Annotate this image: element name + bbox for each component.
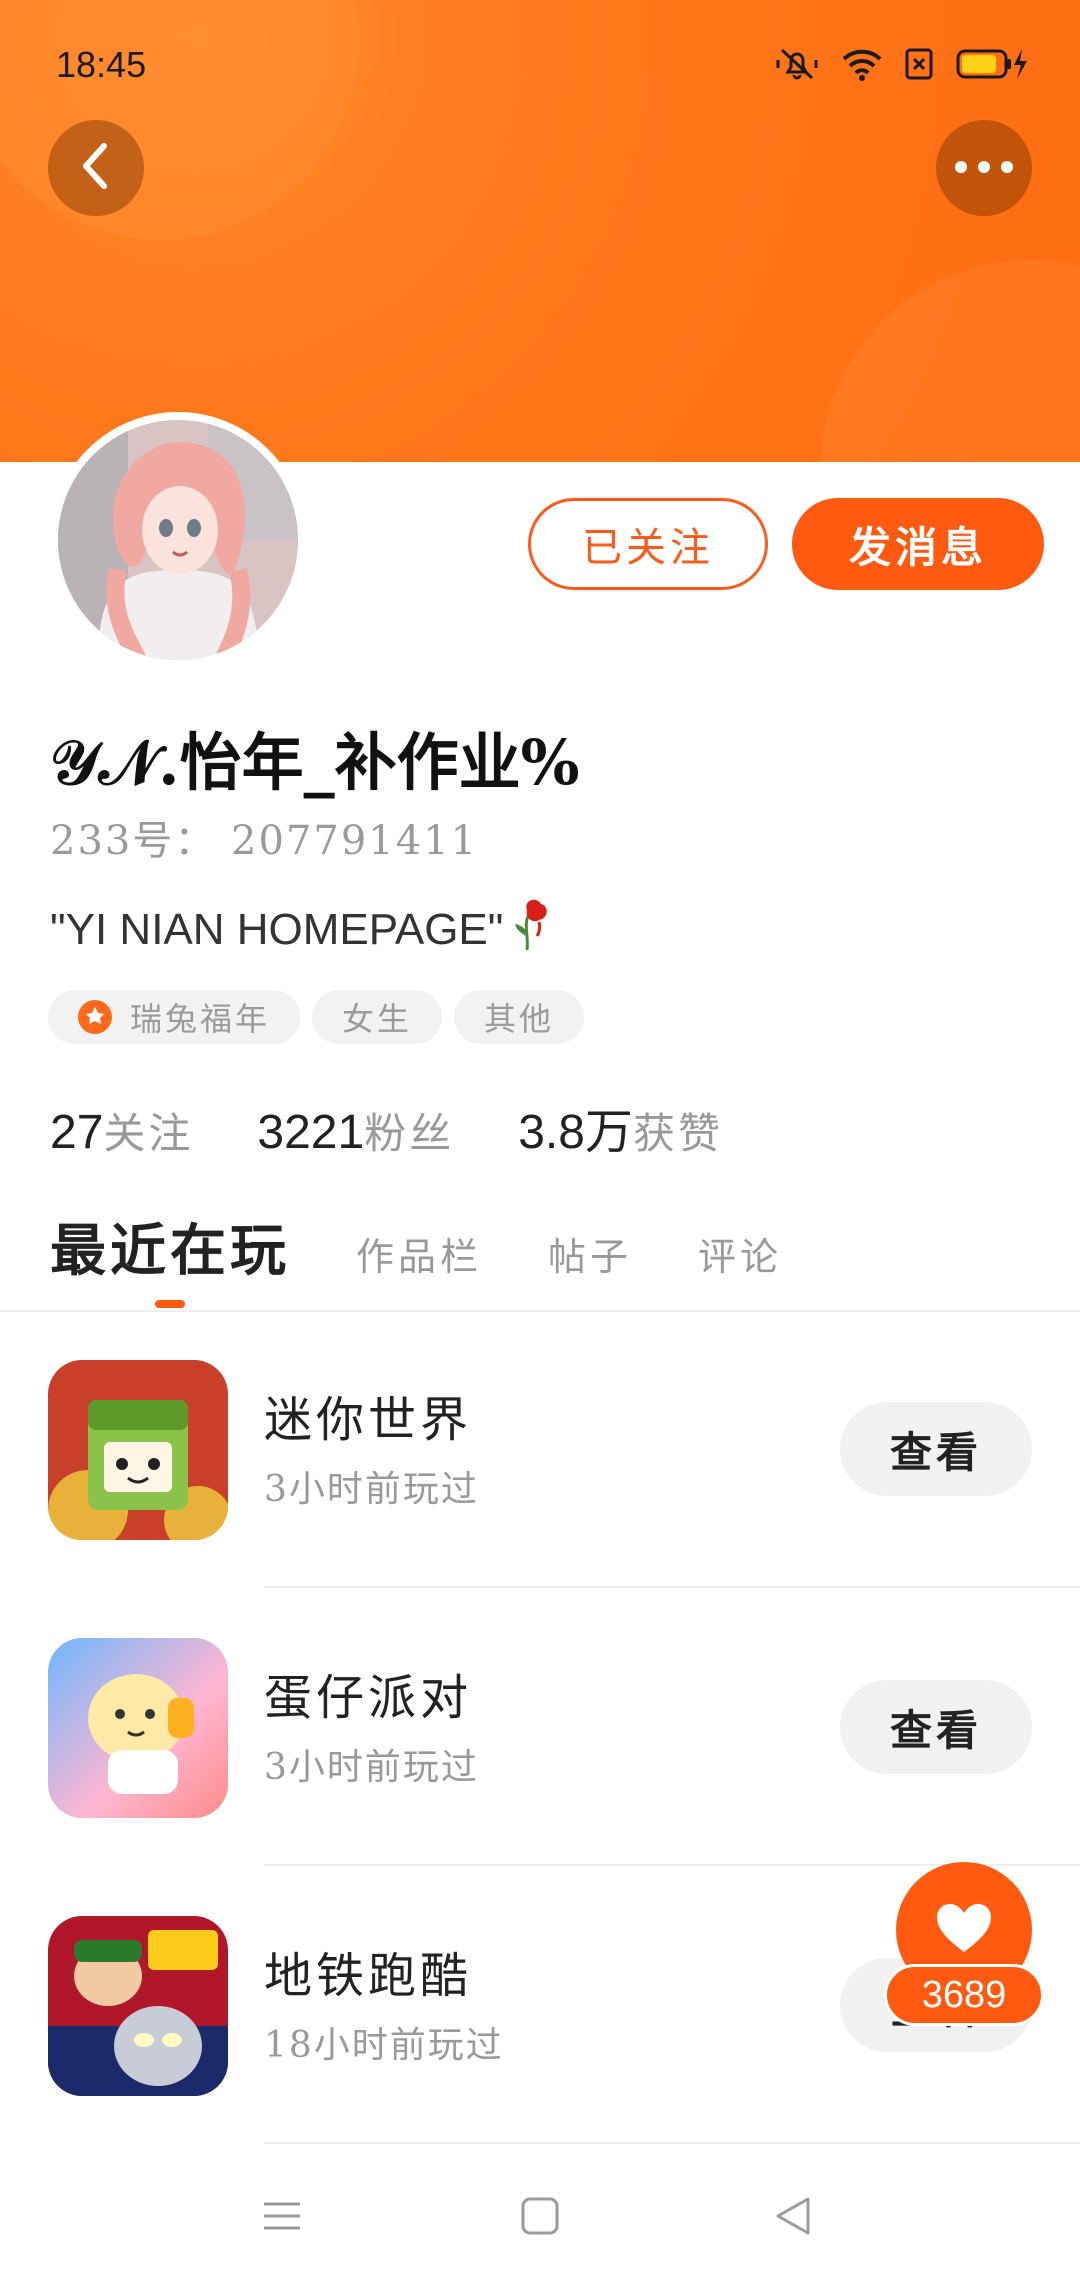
stat-following[interactable]: 27关注 xyxy=(50,1100,193,1161)
last-played: 18小时前玩过 xyxy=(264,2025,504,2066)
active-tab-indicator xyxy=(155,1300,185,1308)
more-horizontal-icon xyxy=(954,159,1014,178)
back-button[interactable] xyxy=(48,120,144,216)
like-count: 3689 xyxy=(884,1964,1044,2026)
avatar-illustration xyxy=(58,420,298,660)
tab-works[interactable]: 作品栏 xyxy=(356,1226,482,1281)
avatar[interactable] xyxy=(50,412,306,668)
stat-followers[interactable]: 3221粉丝 xyxy=(257,1100,454,1161)
zodiac-icon xyxy=(78,1000,112,1034)
tab-recently-played[interactable]: 最近在玩 xyxy=(50,1206,290,1287)
game-name: 地铁跑酷 xyxy=(264,1948,473,2004)
back-nav-icon[interactable] xyxy=(774,2196,814,2240)
divider xyxy=(264,2142,1080,2144)
user-id: 233号： 207791411 xyxy=(50,818,479,864)
game-icon-eggy-party xyxy=(48,1638,228,1818)
tag-label: 瑞兔福年 xyxy=(130,1000,271,1038)
list-item[interactable]: 迷你世界 3小时前玩过 查看 xyxy=(0,1310,1080,1588)
profile-tabs: 最近在玩 作品栏 帖子 评论 xyxy=(50,1206,782,1287)
game-name: 蛋仔派对 xyxy=(264,1670,473,1726)
view-button[interactable]: 查看 xyxy=(840,1680,1032,1774)
tag-zodiac[interactable]: 瑞兔福年 xyxy=(48,990,301,1044)
status-bar: 18:45 xyxy=(0,0,1080,130)
stat-likes[interactable]: 3.8万获赞 xyxy=(518,1092,723,1162)
no-sim-icon xyxy=(904,47,934,81)
heart-icon xyxy=(935,1902,993,1958)
game-name: 迷你世界 xyxy=(264,1392,473,1448)
bio: "YI NIAN HOMEPAGE" xyxy=(50,896,555,963)
tag-label: 女生 xyxy=(342,1000,413,1038)
profile-tags: 瑞兔福年 女生 其他 xyxy=(48,990,585,1044)
username: 𝒴𝒩.怡年_补作业% xyxy=(50,726,580,799)
status-time: 18:45 xyxy=(56,44,147,85)
more-options-button[interactable] xyxy=(936,120,1032,216)
mute-icon xyxy=(774,46,820,82)
stat-number: 27 xyxy=(50,1106,104,1159)
wilted-rose-icon xyxy=(509,896,555,963)
stat-label: 关注 xyxy=(103,1109,194,1158)
stat-number: 3.8万 xyxy=(518,1106,633,1159)
list-item[interactable]: 蛋仔派对 3小时前玩过 查看 xyxy=(0,1588,1080,1866)
menu-icon[interactable] xyxy=(262,2196,302,2240)
home-icon[interactable] xyxy=(520,2196,560,2240)
battery-icon xyxy=(956,47,1030,81)
send-message-button[interactable]: 发消息 xyxy=(792,498,1044,590)
tag-gender[interactable]: 女生 xyxy=(312,990,443,1044)
tag-other[interactable]: 其他 xyxy=(454,990,585,1044)
last-played: 3小时前玩过 xyxy=(264,1747,479,1788)
bio-text: "YI NIAN HOMEPAGE" xyxy=(50,904,504,954)
tab-comments[interactable]: 评论 xyxy=(698,1226,782,1281)
chevron-left-icon xyxy=(76,138,116,198)
tab-posts[interactable]: 帖子 xyxy=(548,1226,632,1281)
stat-label: 粉丝 xyxy=(364,1109,455,1158)
following-button[interactable]: 已关注 xyxy=(528,498,768,590)
profile-stats: 27关注 3221粉丝 3.8万获赞 xyxy=(50,1092,723,1162)
view-button[interactable]: 查看 xyxy=(840,1402,1032,1496)
system-nav-bar xyxy=(0,2160,1080,2280)
game-icon-subway-surfers xyxy=(48,1916,228,2096)
game-icon-mini-world xyxy=(48,1360,228,1540)
stat-number: 3221 xyxy=(257,1106,365,1159)
last-played: 3小时前玩过 xyxy=(264,1469,479,1510)
wifi-icon xyxy=(842,47,882,81)
tag-label: 其他 xyxy=(484,1000,555,1038)
stat-label: 获赞 xyxy=(632,1109,723,1158)
